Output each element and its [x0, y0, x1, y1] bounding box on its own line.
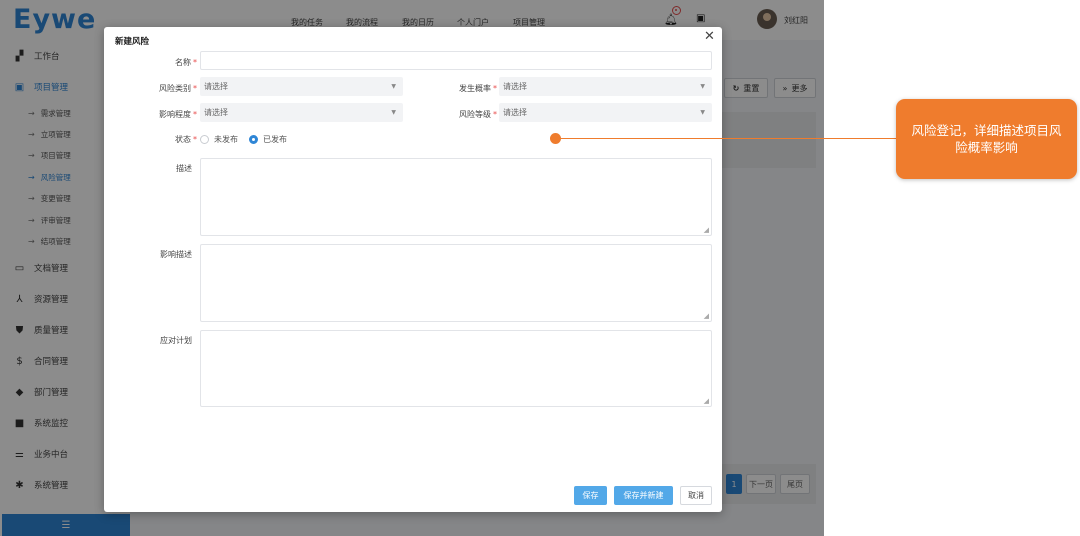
resize-grip-icon[interactable]: ◢: [704, 398, 709, 405]
risk-level-label-text: 风险等级: [459, 110, 491, 119]
probability-label-text: 发生概率: [459, 84, 491, 93]
required-mark: *: [493, 110, 497, 119]
radio-label: 已发布: [263, 135, 287, 144]
risk-type-placeholder: 请选择: [204, 82, 228, 91]
callout-connector-line: [561, 138, 897, 139]
impact-placeholder: 请选择: [204, 108, 228, 117]
status-label: 状态 *: [175, 134, 197, 145]
dialog-title: 新建风险: [115, 37, 150, 47]
risk-type-label: 风险类别 *: [159, 83, 197, 94]
name-label: 名称 *: [175, 57, 197, 68]
risk-level-placeholder: 请选择: [503, 108, 527, 117]
annotation-callout: 风险登记，详细描述项目风险概率影响: [896, 99, 1077, 179]
radio-circle: [200, 135, 209, 144]
required-mark: *: [493, 84, 497, 93]
impact-label-text: 影响程度: [159, 110, 191, 119]
risk-type-select[interactable]: 请选择 ▼: [200, 77, 403, 96]
radio-label: 未发布: [214, 135, 238, 144]
resize-grip-icon[interactable]: ◢: [704, 313, 709, 320]
description-textarea[interactable]: ◢: [200, 158, 712, 236]
description-label: 描述: [176, 164, 192, 173]
status-radio-unpublished[interactable]: 未发布: [200, 134, 238, 145]
chevron-down-icon: ▼: [391, 83, 396, 90]
response-plan-label: 应对计划: [160, 336, 192, 345]
name-label-text: 名称: [175, 58, 191, 67]
required-mark: *: [193, 84, 197, 93]
probability-placeholder: 请选择: [503, 82, 527, 91]
chevron-down-icon: ▼: [391, 109, 396, 116]
response-plan-textarea[interactable]: ◢: [200, 330, 712, 407]
chevron-down-icon: ▼: [700, 109, 705, 116]
chevron-down-icon: ▼: [700, 83, 705, 90]
save-button[interactable]: 保存: [574, 486, 607, 505]
callout-text: 风险登记，详细描述项目风险概率影响: [911, 123, 1062, 155]
required-mark: *: [193, 58, 197, 67]
cancel-button[interactable]: 取消: [680, 486, 712, 505]
name-field[interactable]: [200, 51, 712, 70]
radio-circle: [249, 135, 258, 144]
impact-description-label: 影响描述: [160, 250, 192, 259]
save-and-new-button[interactable]: 保存并新建: [614, 486, 673, 505]
resize-grip-icon[interactable]: ◢: [704, 227, 709, 234]
probability-select[interactable]: 请选择 ▼: [499, 77, 712, 96]
new-risk-dialog: 新建风险 ✕ 名称 * 风险类别 * 请选择 ▼ 发生概率 * 请选择 ▼ 影响程度 *…: [104, 27, 722, 512]
callout-anchor-dot: [550, 133, 561, 144]
risk-type-label-text: 风险类别: [159, 84, 191, 93]
close-icon[interactable]: ✕: [704, 29, 715, 44]
required-mark: *: [193, 135, 197, 144]
app-window: Eywe ▞ 工作台 ▣ 项目管理 → 需求管理 → 立项管理 → 项目管理 →…: [0, 0, 824, 536]
risk-level-select[interactable]: 请选择 ▼: [499, 103, 712, 122]
required-mark: *: [193, 110, 197, 119]
impact-select[interactable]: 请选择 ▼: [200, 103, 403, 122]
status-label-text: 状态: [175, 135, 191, 144]
probability-label: 发生概率 *: [459, 83, 497, 94]
impact-label: 影响程度 *: [159, 109, 197, 120]
status-radio-published[interactable]: 已发布: [249, 134, 287, 145]
risk-level-label: 风险等级 *: [459, 109, 497, 120]
impact-description-textarea[interactable]: ◢: [200, 244, 712, 322]
